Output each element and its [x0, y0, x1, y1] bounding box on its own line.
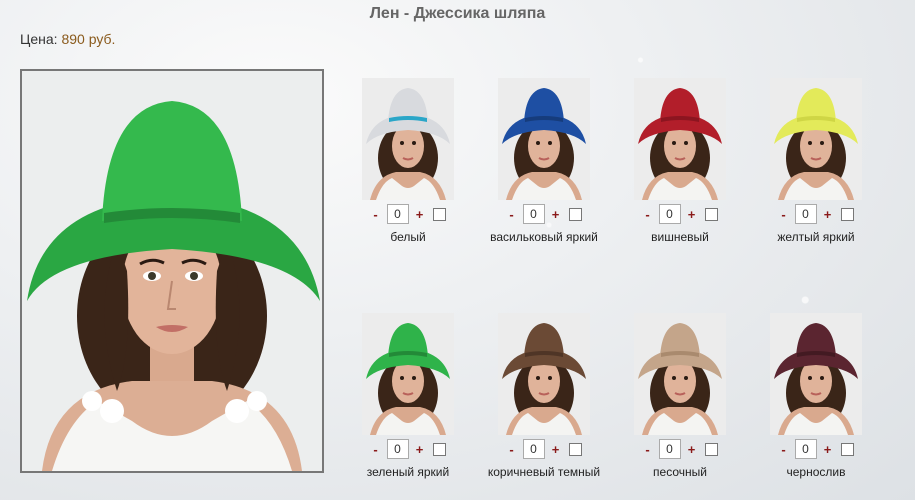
- quantity-input[interactable]: [794, 439, 817, 459]
- variant-thumbnail[interactable]: [770, 313, 862, 435]
- decrease-button[interactable]: -: [643, 442, 653, 457]
- increase-button[interactable]: +: [551, 207, 561, 222]
- select-checkbox[interactable]: [704, 442, 718, 456]
- color-name: песочный: [653, 465, 707, 479]
- variant-card: - + вишневый: [605, 78, 755, 244]
- quantity-input[interactable]: [658, 439, 681, 459]
- quantity-control: - +: [469, 204, 619, 224]
- color-name: коричневый темный: [487, 465, 601, 479]
- main-photo-image: [22, 71, 322, 471]
- decrease-button[interactable]: -: [371, 207, 381, 222]
- select-checkbox[interactable]: [432, 442, 446, 456]
- variant-photo: [362, 78, 454, 200]
- variant-photo: [634, 313, 726, 435]
- variant-card: - + чернослив: [741, 313, 891, 479]
- variant-photo: [634, 78, 726, 200]
- quantity-input[interactable]: [386, 439, 409, 459]
- increase-button[interactable]: +: [823, 207, 833, 222]
- variant-photo: [498, 313, 590, 435]
- quantity-input[interactable]: [658, 204, 681, 224]
- variant-photo: [362, 313, 454, 435]
- variant-card: - + желтый яркий: [741, 78, 891, 244]
- product-title: Лен - Джессика шляпа: [369, 5, 546, 22]
- variant-photo: [770, 78, 862, 200]
- variant-card: - + васильковый яркий: [469, 78, 619, 244]
- quantity-control: - +: [333, 204, 483, 224]
- main-product-photo[interactable]: [20, 69, 324, 473]
- variant-thumbnail[interactable]: [634, 313, 726, 435]
- quantity-control: - +: [605, 439, 755, 459]
- color-name: чернослив: [786, 465, 846, 479]
- decrease-button[interactable]: -: [507, 207, 517, 222]
- decrease-button[interactable]: -: [779, 442, 789, 457]
- select-checkbox[interactable]: [568, 442, 582, 456]
- price: Цена: 890 руб.: [20, 31, 115, 47]
- quantity-input[interactable]: [522, 439, 545, 459]
- variant-thumbnail[interactable]: [498, 78, 590, 200]
- variant-card: - + зеленый яркий: [333, 313, 483, 479]
- color-name: вишневый: [651, 230, 709, 244]
- variant-photo: [770, 313, 862, 435]
- variant-card: - + песочный: [605, 313, 755, 479]
- select-checkbox[interactable]: [840, 442, 854, 456]
- variant-thumbnail[interactable]: [634, 78, 726, 200]
- increase-button[interactable]: +: [415, 207, 425, 222]
- select-checkbox[interactable]: [704, 207, 718, 221]
- quantity-control: - +: [741, 439, 891, 459]
- variant-thumbnail[interactable]: [362, 313, 454, 435]
- decrease-button[interactable]: -: [643, 207, 653, 222]
- decrease-button[interactable]: -: [371, 442, 381, 457]
- color-name: васильковый яркий: [490, 230, 598, 244]
- price-value: 890 руб.: [61, 31, 116, 47]
- select-checkbox[interactable]: [840, 207, 854, 221]
- quantity-control: - +: [605, 204, 755, 224]
- quantity-control: - +: [469, 439, 619, 459]
- price-label: Цена:: [20, 31, 62, 47]
- variant-photo: [498, 78, 590, 200]
- color-name: белый: [390, 230, 426, 244]
- variant-card: - + коричневый темный: [469, 313, 619, 479]
- quantity-control: - +: [741, 204, 891, 224]
- quantity-input[interactable]: [794, 204, 817, 224]
- decrease-button[interactable]: -: [507, 442, 517, 457]
- color-name: зеленый яркий: [366, 465, 450, 479]
- variant-thumbnail[interactable]: [770, 78, 862, 200]
- quantity-input[interactable]: [386, 204, 409, 224]
- increase-button[interactable]: +: [687, 442, 697, 457]
- quantity-control: - +: [333, 439, 483, 459]
- increase-button[interactable]: +: [551, 442, 561, 457]
- variant-card: - + белый: [333, 78, 483, 244]
- select-checkbox[interactable]: [568, 207, 582, 221]
- variant-thumbnail[interactable]: [498, 313, 590, 435]
- quantity-input[interactable]: [522, 204, 545, 224]
- color-name: желтый яркий: [777, 230, 855, 244]
- variant-thumbnail[interactable]: [362, 78, 454, 200]
- increase-button[interactable]: +: [687, 207, 697, 222]
- increase-button[interactable]: +: [823, 442, 833, 457]
- select-checkbox[interactable]: [432, 207, 446, 221]
- increase-button[interactable]: +: [415, 442, 425, 457]
- decrease-button[interactable]: -: [779, 207, 789, 222]
